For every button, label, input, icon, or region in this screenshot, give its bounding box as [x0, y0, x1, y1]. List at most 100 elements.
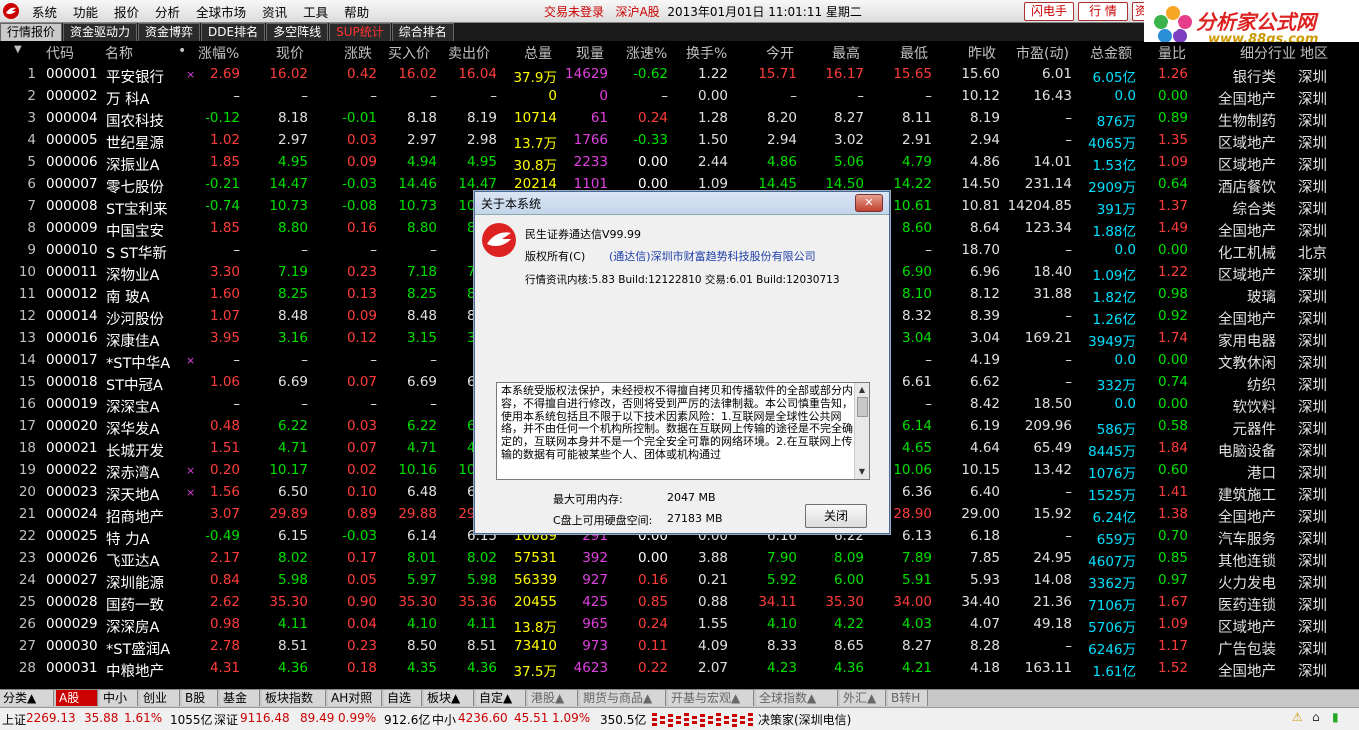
category-tab[interactable]: 中小: [100, 690, 138, 706]
stock-name: 特 力A: [106, 532, 150, 548]
category-tab[interactable]: AH对照: [328, 690, 382, 706]
sort-menu-icon[interactable]: ▼: [14, 44, 22, 55]
table-row[interactable]: 4 000005 世纪星源 1.02 2.97 0.03 2.97 2.98 13.7万 1766…: [0, 129, 1359, 152]
cell-change-pct: –: [233, 242, 240, 258]
scroll-down-icon[interactable]: ▼: [857, 467, 867, 477]
scroll-thumb[interactable]: [857, 397, 868, 417]
table-row[interactable]: 24 000027 深圳能源 0.84 5.98 0.05 5.97 5.98 56339 927…: [0, 569, 1359, 592]
dialog-titlebar[interactable]: 关于本系统 ✕: [475, 192, 889, 215]
table-row[interactable]: 28 000031 中粮地产 4.31 4.36 0.18 4.35 4.36 37.5万 462…: [0, 657, 1359, 680]
col-header-turnover[interactable]: 换手%: [686, 43, 727, 63]
dialog-close-icon[interactable]: ✕: [855, 194, 883, 212]
cell-bid: 8.48: [406, 308, 437, 324]
cell-price: 14.47: [269, 176, 308, 192]
cell-vol-ratio: 0.00: [1157, 88, 1188, 104]
cell-bid: 8.01: [406, 550, 437, 566]
cell-prev-close: 6.62: [969, 374, 1000, 390]
table-row[interactable]: 26 000029 深深房A 0.98 4.11 0.04 4.10 4.11 13.8万 965…: [0, 613, 1359, 636]
category-tab[interactable]: 开基与宏观▲: [668, 690, 754, 706]
tab-sup-stats[interactable]: SUP统计: [329, 23, 391, 41]
category-tab[interactable]: 创业: [140, 690, 180, 706]
warning-icon[interactable]: ⚠: [1292, 710, 1303, 724]
menu-function[interactable]: 功能: [65, 2, 106, 21]
col-header-mark[interactable]: •: [178, 43, 186, 59]
category-tab[interactable]: A股: [56, 690, 98, 706]
legal-textbox[interactable]: 本系统受版权法保护，未经授权不得擅自拷贝和传播软件的全部或部分内容，不得擅自进行…: [496, 382, 870, 480]
category-tab[interactable]: 期货与商品▲: [580, 690, 666, 706]
col-header-bid[interactable]: 买入价: [388, 43, 430, 63]
cell-pe: –: [1065, 132, 1072, 148]
category-tab[interactable]: 外汇▲: [840, 690, 886, 706]
menu-analysis[interactable]: 分析: [147, 2, 188, 21]
legal-scrollbar[interactable]: ▲ ▼: [854, 383, 869, 479]
table-row[interactable]: 5 000006 深振业A 1.85 4.95 0.09 4.94 4.95 30.8万 2233…: [0, 151, 1359, 174]
menu-help[interactable]: 帮助: [336, 2, 377, 21]
breadth-bar: [716, 723, 721, 726]
cell-volume: 73410: [514, 638, 557, 654]
menu-quote[interactable]: 报价: [106, 2, 147, 21]
category-tab[interactable]: B转H: [888, 690, 928, 706]
col-header-code[interactable]: 代码: [46, 43, 74, 63]
category-tab[interactable]: 自定▲: [476, 690, 526, 706]
flash-trade-button[interactable]: 闪电手: [1024, 2, 1074, 21]
signal-icon[interactable]: ▮: [1332, 710, 1339, 724]
app-logo-icon[interactable]: [2, 2, 20, 20]
col-header-volume[interactable]: 总量: [524, 43, 552, 63]
table-row[interactable]: 27 000030 *ST盛润A 2.78 8.51 0.23 8.50 8.51 73410 9…: [0, 635, 1359, 658]
category-tab[interactable]: 全球指数▲: [756, 690, 838, 706]
cell-low: 10.61: [893, 198, 932, 214]
category-tab[interactable]: 板块▲: [424, 690, 474, 706]
col-header-price[interactable]: 现价: [276, 43, 304, 63]
table-row[interactable]: 25 000028 国药一致 2.62 35.30 0.90 35.30 35.36 20455…: [0, 591, 1359, 614]
col-header-amount[interactable]: 总金额: [1090, 43, 1132, 63]
category-tab[interactable]: 港股▲: [528, 690, 578, 706]
category-tab[interactable]: 自选: [384, 690, 422, 706]
row-index: 2: [27, 88, 36, 104]
table-row[interactable]: 23 000026 飞亚达A 2.17 8.02 0.17 8.01 8.02 57531 392…: [0, 547, 1359, 570]
tab-long-short[interactable]: 多空阵线: [266, 23, 329, 41]
col-header-region[interactable]: 地区: [1300, 43, 1328, 63]
cell-open: 8.33: [766, 638, 797, 654]
col-header-ask[interactable]: 卖出价: [448, 43, 490, 63]
menu-global-market[interactable]: 全球市场: [188, 2, 254, 21]
category-tab[interactable]: B股: [182, 690, 218, 706]
menu-tools[interactable]: 工具: [295, 2, 336, 21]
tab-quotes[interactable]: 行情报价: [0, 23, 63, 41]
category-tab[interactable]: 分类▲: [0, 690, 54, 706]
cell-speed: 0.00: [637, 550, 668, 566]
tab-fund-drive[interactable]: 资金驱动力: [63, 23, 138, 41]
table-row[interactable]: 3 000004 国农科技 -0.12 8.18 -0.01 8.18 8.19 10714 61…: [0, 107, 1359, 130]
table-row[interactable]: 2 000002 万 科A – – – – –0 0–0.00– – –10.12 16.43 0.0 0…: [0, 85, 1359, 108]
tab-overall-rank[interactable]: 综合排名: [391, 23, 454, 41]
col-header-speed[interactable]: 涨速%: [626, 43, 667, 63]
menu-system[interactable]: 系统: [24, 2, 65, 21]
category-tab[interactable]: 板块指数: [262, 690, 326, 706]
col-header-low[interactable]: 最低: [900, 43, 928, 63]
col-header-change-pct[interactable]: 涨幅%: [198, 43, 239, 63]
breadth-bar: [692, 721, 697, 724]
col-header-vol-ratio[interactable]: 量比: [1158, 43, 1186, 63]
col-header-pe[interactable]: 市盈(动): [1016, 43, 1069, 63]
menu-news[interactable]: 资讯: [254, 2, 295, 21]
col-header-industry[interactable]: 细分行业: [1240, 43, 1296, 63]
col-header-change[interactable]: 涨跌: [344, 43, 372, 63]
tab-dde-rank[interactable]: DDE排名: [201, 23, 266, 41]
cell-high: 5.06: [833, 154, 864, 170]
col-header-open[interactable]: 今开: [766, 43, 794, 63]
tab-fund-game[interactable]: 资金博弈: [138, 23, 201, 41]
col-header-high[interactable]: 最高: [832, 43, 860, 63]
network-icon[interactable]: ⌂: [1312, 710, 1320, 724]
cell-region: 深圳: [1298, 180, 1327, 196]
quote-button[interactable]: 行 情: [1078, 2, 1128, 21]
scroll-up-icon[interactable]: ▲: [857, 385, 867, 395]
cell-prev-close: 10.81: [961, 198, 1000, 214]
close-button[interactable]: 关闭: [805, 504, 867, 528]
server-name[interactable]: 决策家(深圳电信): [758, 711, 851, 728]
category-tab[interactable]: 基金: [220, 690, 260, 706]
col-header-name[interactable]: 名称: [105, 43, 133, 63]
col-header-cur-volume[interactable]: 现量: [576, 43, 604, 63]
col-header-prev-close[interactable]: 昨收: [968, 43, 996, 63]
breadth-bar: [732, 714, 737, 717]
cell-change-pct: 0.98: [209, 616, 240, 632]
table-row[interactable]: 1 000001 平安银行 × 2.69 16.02 0.42 16.02 16.04 37.9万…: [0, 63, 1359, 86]
